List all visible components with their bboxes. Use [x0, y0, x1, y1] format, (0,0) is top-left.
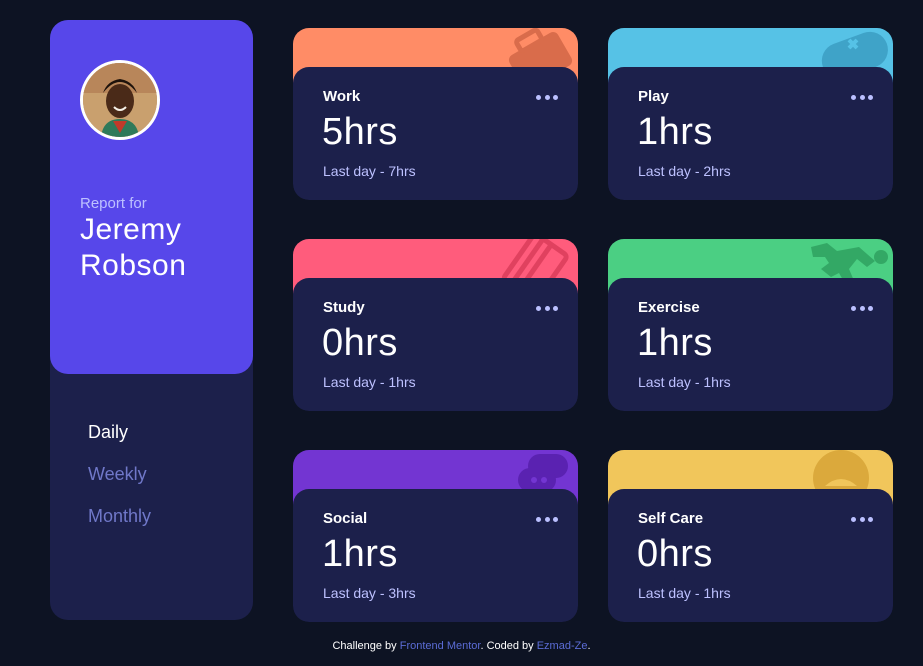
period-selector: Daily Weekly Monthly — [88, 422, 151, 548]
card-hours: 1hrs — [637, 322, 713, 364]
footer-challenge-text: Challenge by — [332, 640, 397, 652]
card-body: Work 5hrs Last day - 7hrs — [293, 67, 578, 200]
card-work: Work 5hrs Last day - 7hrs — [293, 28, 578, 200]
card-hours: 1hrs — [322, 533, 398, 575]
card-body: Play 1hrs Last day - 2hrs — [608, 67, 893, 200]
card-body: Exercise 1hrs Last day - 1hrs — [608, 278, 893, 411]
card-previous: Last day - 7hrs — [323, 163, 416, 179]
card-body: Social 1hrs Last day - 3hrs — [293, 489, 578, 622]
period-monthly[interactable]: Monthly — [88, 506, 151, 526]
card-previous: Last day - 1hrs — [638, 585, 731, 601]
period-daily[interactable]: Daily — [88, 422, 151, 442]
card-title: Exercise — [638, 299, 700, 316]
frontend-mentor-link[interactable]: Frontend Mentor — [400, 640, 481, 652]
card-hours: 0hrs — [322, 322, 398, 364]
card-previous: Last day - 3hrs — [323, 585, 416, 601]
card-social: Social 1hrs Last day - 3hrs — [293, 450, 578, 622]
card-study: Study 0hrs Last day - 1hrs — [293, 239, 578, 411]
card-hours: 0hrs — [637, 533, 713, 575]
more-options-icon[interactable] — [536, 304, 558, 312]
footer-end: . — [587, 640, 591, 652]
card-title: Play — [638, 88, 669, 105]
card-title: Study — [323, 299, 365, 316]
more-options-icon[interactable] — [851, 304, 873, 312]
card-previous: Last day - 2hrs — [638, 163, 731, 179]
report-for-label: Report for — [80, 195, 147, 212]
user-name: Jeremy Robson — [80, 213, 187, 282]
profile-panel: Report for Jeremy Robson Daily Weekly Mo… — [50, 20, 253, 620]
card-hours: 5hrs — [322, 111, 398, 153]
profile-header: Report for Jeremy Robson — [50, 20, 253, 374]
card-self-care: Self Care 0hrs Last day - 1hrs — [608, 450, 893, 622]
more-options-icon[interactable] — [536, 515, 558, 523]
card-title: Social — [323, 510, 368, 527]
card-title: Self Care — [638, 510, 704, 527]
author-link[interactable]: Ezmad-Ze — [537, 640, 588, 652]
attribution-footer: Challenge by Frontend Mentor. Coded by E… — [0, 640, 923, 652]
avatar — [80, 60, 160, 140]
card-hours: 1hrs — [637, 111, 713, 153]
card-previous: Last day - 1hrs — [323, 374, 416, 390]
card-body: Self Care 0hrs Last day - 1hrs — [608, 489, 893, 622]
footer-coded-by-text: . Coded by — [480, 640, 534, 652]
card-body: Study 0hrs Last day - 1hrs — [293, 278, 578, 411]
more-options-icon[interactable] — [851, 93, 873, 101]
card-play: Play 1hrs Last day - 2hrs — [608, 28, 893, 200]
card-title: Work — [323, 88, 361, 105]
card-previous: Last day - 1hrs — [638, 374, 731, 390]
card-exercise: Exercise 1hrs Last day - 1hrs — [608, 239, 893, 411]
more-options-icon[interactable] — [851, 515, 873, 523]
period-weekly[interactable]: Weekly — [88, 464, 151, 484]
more-options-icon[interactable] — [536, 93, 558, 101]
